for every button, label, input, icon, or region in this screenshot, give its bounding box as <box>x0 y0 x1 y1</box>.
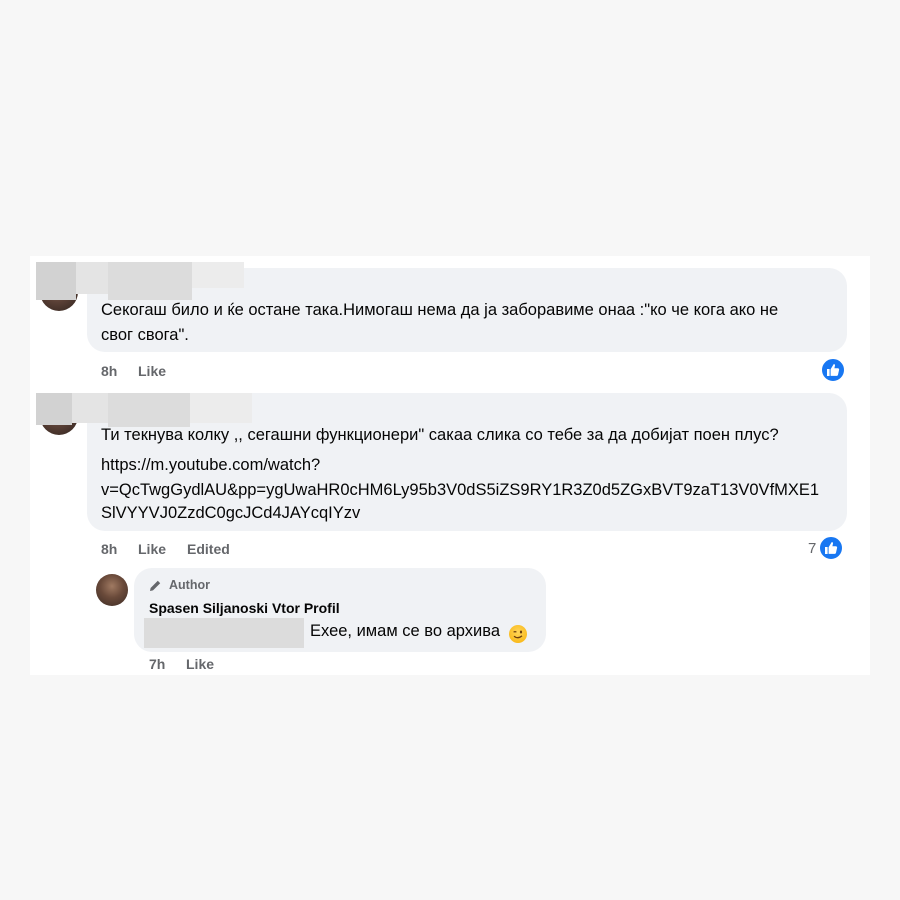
redacted-commenter-name <box>36 262 76 300</box>
comment-text: свог свога". <box>101 326 189 344</box>
redacted-mention <box>144 618 304 648</box>
comment-link[interactable]: https://m.youtube.com/watch? <box>101 454 320 477</box>
reply-timestamp[interactable]: 7h <box>149 656 165 672</box>
comment-text: Секогаш било и ќе остане така.Нимогаш не… <box>101 301 779 319</box>
comment-link[interactable]: v=QcTwgGydlAU&pp=ygUwaHR0cHM6Ly95b3V0dS5… <box>101 479 819 502</box>
redacted-commenter-name <box>72 393 108 423</box>
like-reaction-icon[interactable] <box>818 535 844 561</box>
pencil-icon <box>150 580 161 591</box>
reply-like-button[interactable]: Like <box>186 656 214 672</box>
comment-link[interactable]: SlVYYVJ0ZzdC0gcJCd4JAYcqIYzv <box>101 502 360 525</box>
redacted-commenter-name <box>76 262 108 294</box>
comment-timestamp[interactable]: 8h <box>101 541 117 557</box>
redacted-commenter-name <box>108 393 190 427</box>
like-button[interactable]: Like <box>138 363 166 379</box>
author-avatar[interactable] <box>96 574 128 606</box>
thumbs-up-icon <box>825 542 838 554</box>
redacted-commenter-name <box>108 262 192 300</box>
comment-text: Ти текнува колку ,, сегашни функционери"… <box>101 426 779 444</box>
comment-timestamp[interactable]: 8h <box>101 363 117 379</box>
edited-label[interactable]: Edited <box>187 541 230 557</box>
redacted-commenter-name <box>36 393 72 425</box>
comments-panel: Секогаш било и ќе остане така.Нимогаш не… <box>30 256 870 675</box>
wink-emoji-icon <box>509 625 527 643</box>
reply-author-name[interactable]: Spasen Siljanoski Vtor Profil <box>149 600 340 616</box>
author-badge: Author <box>169 578 210 592</box>
like-reaction-icon[interactable] <box>820 357 846 383</box>
like-button[interactable]: Like <box>138 541 166 557</box>
redacted-commenter-name <box>192 262 244 288</box>
reply-text: Ехее, имам се во архива <box>310 622 500 640</box>
thumbs-up-icon <box>827 364 840 376</box>
redacted-commenter-name <box>190 393 252 423</box>
reaction-count[interactable]: 7 <box>808 540 816 557</box>
